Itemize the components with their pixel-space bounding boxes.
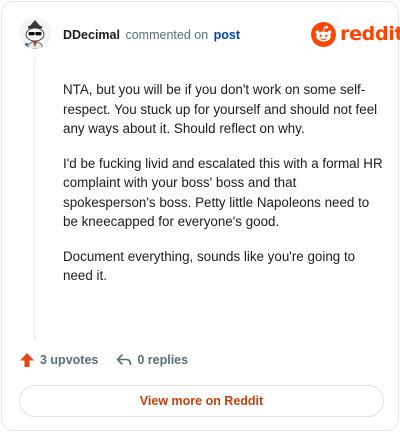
upvote-button[interactable]: 3 upvotes [19, 352, 98, 368]
comment-body: NTA, but you will be if you don't work o… [63, 80, 383, 301]
user-avatar[interactable] [19, 17, 51, 49]
reply-button[interactable]: 0 replies [116, 352, 188, 368]
username[interactable]: DDecimal [63, 28, 120, 42]
comment-paragraph: Document everything, sounds like you're … [63, 248, 356, 284]
upvote-arrow-icon [20, 353, 34, 367]
comment-paragraph: I'd be fucking livid and escalated this … [63, 155, 383, 230]
thread-line [34, 57, 35, 340]
comment-paragraph: NTA, but you will be if you don't work o… [63, 82, 378, 136]
view-more-button[interactable]: View more on Reddit [19, 385, 384, 417]
commented-on-text: commented on [125, 28, 209, 42]
reddit-logo-icon [311, 21, 336, 47]
snoo-avatar-icon [19, 17, 51, 49]
brand-wordmark: reddit [340, 23, 400, 45]
comment-actions: 3 upvotes 0 replies [19, 350, 188, 370]
reply-arrow-icon [117, 354, 132, 366]
upvote-count: 3 upvotes [40, 353, 99, 367]
reddit-brand[interactable]: reddit [311, 21, 400, 47]
post-link[interactable]: post [214, 28, 240, 42]
comment-header: DDecimal commented on post [63, 28, 240, 42]
comment-card: DDecimal commented on post reddit NTA, b… [1, 1, 400, 431]
reply-count: 0 replies [137, 353, 189, 367]
